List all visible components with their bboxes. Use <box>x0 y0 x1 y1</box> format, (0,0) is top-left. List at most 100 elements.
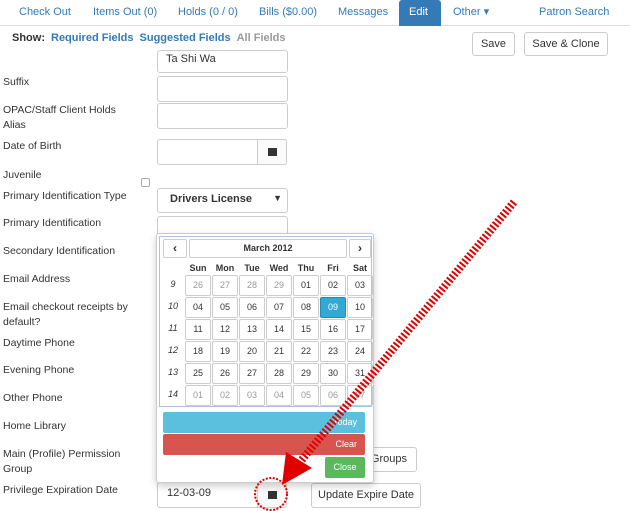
calendar-day[interactable]: 04 <box>266 385 292 406</box>
clear-button[interactable]: Clear <box>163 434 365 455</box>
calendar-day[interactable]: 18 <box>185 341 211 362</box>
dob-label: Date of Birth <box>3 140 62 152</box>
calendar-day[interactable]: 29 <box>293 363 319 384</box>
home-library-label: Home Library <box>3 420 67 432</box>
calendar-day[interactable]: 16 <box>320 319 346 340</box>
dob-calendar-button[interactable] <box>257 139 287 165</box>
suffix-input[interactable] <box>157 76 288 102</box>
tab-check-out[interactable]: Check Out <box>19 0 71 26</box>
expire-calendar-button[interactable] <box>257 482 287 508</box>
calendar-day[interactable]: 04 <box>185 297 211 318</box>
calendar-day[interactable]: 20 <box>239 341 265 362</box>
calendar-day[interactable]: 15 <box>293 319 319 340</box>
calendar-day[interactable]: 28 <box>266 363 292 384</box>
calendar-day[interactable]: 01 <box>185 385 211 406</box>
calendar-day[interactable]: 22 <box>293 341 319 362</box>
day-name: Sat <box>352 263 367 273</box>
next-month-button[interactable]: › <box>349 239 371 258</box>
day-name: Fri <box>327 263 339 273</box>
calendar-day[interactable]: 28 <box>239 275 265 296</box>
suffix-label: Suffix <box>3 76 30 88</box>
expire-date-input[interactable]: 12-03-09 <box>157 482 258 508</box>
calendar-day[interactable]: 05 <box>293 385 319 406</box>
month-title-button[interactable]: March 2012 <box>189 239 347 258</box>
calendar-grid: ‹ March 2012 › Sun Mon Tue Wed Thu Fri Sat 9 26 2… <box>159 236 373 407</box>
day-name: Thu <box>297 263 315 273</box>
save-button[interactable]: Save <box>472 32 515 56</box>
calendar-day[interactable]: 03 <box>347 275 373 296</box>
day-name: Sun <box>189 263 207 273</box>
calendar-icon <box>267 491 277 499</box>
opac-alias-label: OPAC/Staff Client Holds Alias <box>3 104 116 131</box>
prev-month-button[interactable]: ‹ <box>163 239 187 258</box>
tab-bills[interactable]: Bills ($0.00) <box>259 0 317 26</box>
week-number: 9 <box>170 279 176 289</box>
calendar-day[interactable]: 26 <box>185 275 211 296</box>
primary-id-type-select[interactable]: Drivers License ▼ <box>157 188 288 213</box>
suggested-fields-link[interactable]: Suggested Fields <box>140 32 231 44</box>
calendar-day[interactable]: 02 <box>320 275 346 296</box>
day-name: Tue <box>244 263 260 273</box>
save-clone-button[interactable]: Save & Clone <box>524 32 608 56</box>
primary-id-type-label: Primary Identification Type <box>3 190 127 202</box>
other-phone-label: Other Phone <box>3 392 63 404</box>
calendar-day[interactable]: 27 <box>239 363 265 384</box>
calendar-day[interactable]: 10 <box>347 297 373 318</box>
close-button[interactable]: Close <box>325 457 365 478</box>
calendar-day[interactable]: 05 <box>212 297 238 318</box>
tab-items-out[interactable]: Items Out (0) <box>93 0 157 26</box>
calendar-day[interactable]: 07 <box>266 297 292 318</box>
tab-holds[interactable]: Holds (0 / 0) <box>178 0 238 26</box>
calendar-day[interactable]: 02 <box>212 385 238 406</box>
tab-patron-search[interactable]: Patron Search <box>539 0 609 26</box>
primary-id-label: Primary Identification <box>3 217 102 229</box>
calendar-day[interactable]: 08 <box>293 297 319 318</box>
required-fields-link[interactable]: Required Fields <box>51 32 134 44</box>
week-number: 12 <box>167 345 178 355</box>
calendar-day[interactable]: 06 <box>320 385 346 406</box>
dob-input[interactable] <box>157 139 258 165</box>
calendar-day[interactable]: 19 <box>212 341 238 362</box>
calendar-day[interactable]: 01 <box>293 275 319 296</box>
week-number: 11 <box>168 323 178 333</box>
calendar-day[interactable]: 14 <box>266 319 292 340</box>
calendar-day[interactable]: 17 <box>347 319 373 340</box>
calendar-day[interactable]: 09 <box>320 297 346 318</box>
name-field[interactable]: Ta Shi Wa <box>157 50 288 73</box>
tab-edit[interactable]: Edit <box>399 0 441 26</box>
calendar-day[interactable]: 29 <box>266 275 292 296</box>
day-name: Mon <box>215 263 235 273</box>
calendar-day[interactable]: 12 <box>212 319 238 340</box>
tab-other-dropdown[interactable]: Other ▾ <box>453 0 489 26</box>
expire-date-label: Privilege Expiration Date <box>3 484 118 496</box>
calendar-day[interactable]: 21 <box>266 341 292 362</box>
calendar-day[interactable]: 27 <box>212 275 238 296</box>
update-expire-date-button[interactable]: Update Expire Date <box>311 483 421 508</box>
today-button[interactable]: Today <box>163 412 365 433</box>
week-number: 13 <box>167 367 178 377</box>
calendar-day[interactable]: 13 <box>239 319 265 340</box>
calendar-day[interactable]: 31 <box>347 363 373 384</box>
calendar-day[interactable]: 24 <box>347 341 373 362</box>
calendar-day[interactable]: 03 <box>239 385 265 406</box>
dropdown-caret-icon: ▼ <box>273 193 282 203</box>
calendar-day[interactable]: 26 <box>212 363 238 384</box>
calendar-day[interactable]: 25 <box>185 363 211 384</box>
all-fields-link[interactable]: All Fields <box>237 32 286 44</box>
juvenile-checkbox[interactable] <box>141 178 150 187</box>
calendar-day[interactable]: 06 <box>239 297 265 318</box>
calendar-day[interactable]: 11 <box>185 319 211 340</box>
calendar-icon <box>267 148 277 156</box>
opac-alias-input[interactable] <box>157 103 288 129</box>
day-name: Wed <box>269 263 289 273</box>
calendar-day[interactable]: 30 <box>320 363 346 384</box>
permission-group-label: Main (Profile) Permission Group <box>3 448 121 475</box>
calendar-day[interactable]: 07 <box>347 385 373 406</box>
show-label: Show: <box>12 32 45 44</box>
primary-id-type-value: Drivers License <box>170 193 252 205</box>
juvenile-label: Juvenile <box>3 169 42 181</box>
email-receipts-label: Email checkout receipts by default? <box>3 301 128 328</box>
tab-messages[interactable]: Messages <box>338 0 388 26</box>
daytime-phone-label: Daytime Phone <box>3 337 75 349</box>
calendar-day[interactable]: 23 <box>320 341 346 362</box>
